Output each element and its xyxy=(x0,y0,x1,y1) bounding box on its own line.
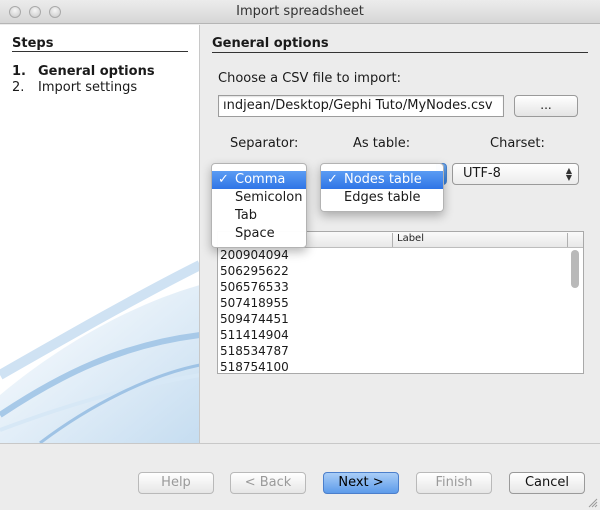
checkmark-icon: ✓ xyxy=(327,172,338,187)
preview-table: Label 200904094 506295622 506576533 5074… xyxy=(217,231,584,374)
vertical-scrollbar[interactable] xyxy=(570,248,580,373)
table-row[interactable]: 518534787 xyxy=(220,343,289,359)
table-rows: 200904094 506295622 506576533 507418955 … xyxy=(220,247,289,373)
table-row[interactable]: 518754100 xyxy=(220,359,289,373)
scrollbar-thumb[interactable] xyxy=(571,250,579,288)
help-button[interactable]: Help xyxy=(138,472,214,494)
step-general-options: 1. General options xyxy=(12,64,155,79)
step-import-settings: 2. Import settings xyxy=(12,80,137,95)
column-divider xyxy=(567,233,568,247)
charset-select[interactable]: UTF-8 ▲ ▼ xyxy=(452,163,579,185)
table-row[interactable]: 507418955 xyxy=(220,295,289,311)
resize-grip-icon[interactable] xyxy=(588,498,598,508)
back-button[interactable]: < Back xyxy=(230,472,306,494)
step-number: 2. xyxy=(12,80,25,95)
step-label: Import settings xyxy=(38,80,138,95)
steps-heading: Steps xyxy=(12,36,54,51)
browse-button[interactable]: ... xyxy=(514,95,578,117)
menu-item-label: Nodes table xyxy=(344,172,422,187)
footer-divider xyxy=(0,443,600,444)
general-options-heading: General options xyxy=(212,36,329,51)
menu-item-label: Tab xyxy=(235,208,258,223)
menu-item-edges-table[interactable]: Edges table xyxy=(321,189,443,207)
choose-file-label: Choose a CSV file to import: xyxy=(218,71,401,86)
menu-item-semicolon[interactable]: Semicolon xyxy=(212,189,306,207)
menu-item-tab[interactable]: Tab xyxy=(212,207,306,225)
title-bar: Import spreadsheet xyxy=(0,0,600,24)
menu-item-label: Edges table xyxy=(344,190,421,205)
step-number: 1. xyxy=(12,64,26,79)
column-divider xyxy=(392,233,393,247)
menu-item-label: Semicolon xyxy=(235,190,303,205)
table-row[interactable]: 506576533 xyxy=(220,279,289,295)
up-down-arrows-icon: ▲ ▼ xyxy=(565,166,572,182)
menu-item-label: Comma xyxy=(235,172,286,187)
table-row[interactable]: 200904094 xyxy=(220,247,289,263)
column-header-label[interactable]: Label xyxy=(397,233,424,244)
general-options-divider xyxy=(212,52,588,53)
finish-button[interactable]: Finish xyxy=(416,472,492,494)
separator-dropdown-menu: ✓ Comma Semicolon Tab Space xyxy=(211,163,307,248)
menu-item-label: Space xyxy=(235,226,275,241)
table-row[interactable]: 511414904 xyxy=(220,327,289,343)
as-table-dropdown-menu: ✓ Nodes table Edges table xyxy=(320,163,444,212)
import-spreadsheet-window: Import spreadsheet Steps 1. General optio… xyxy=(0,0,600,510)
decorative-swoosh-graphic xyxy=(0,260,199,443)
menu-item-space[interactable]: Space xyxy=(212,225,306,243)
steps-panel: Steps 1. General options 2. Import setting… xyxy=(0,25,200,443)
window-title: Import spreadsheet xyxy=(236,4,364,19)
as-table-label: As table: xyxy=(353,136,411,151)
checkmark-icon: ✓ xyxy=(218,172,229,187)
menu-item-nodes-table[interactable]: ✓ Nodes table xyxy=(321,171,443,189)
steps-divider xyxy=(12,51,188,52)
charset-value: UTF-8 xyxy=(463,166,501,181)
file-path-value: ındjean/Desktop/Gephi Tuto/MyNodes.csv xyxy=(223,98,493,113)
menu-item-comma[interactable]: ✓ Comma xyxy=(212,171,306,189)
next-button[interactable]: Next > xyxy=(323,472,399,494)
charset-label: Charset: xyxy=(490,136,545,151)
separator-label: Separator: xyxy=(230,136,299,151)
cancel-button[interactable]: Cancel xyxy=(509,472,585,494)
step-label: General options xyxy=(38,64,155,79)
table-row[interactable]: 506295622 xyxy=(220,263,289,279)
file-path-input[interactable]: ındjean/Desktop/Gephi Tuto/MyNodes.csv xyxy=(218,95,504,117)
table-row[interactable]: 509474451 xyxy=(220,311,289,327)
